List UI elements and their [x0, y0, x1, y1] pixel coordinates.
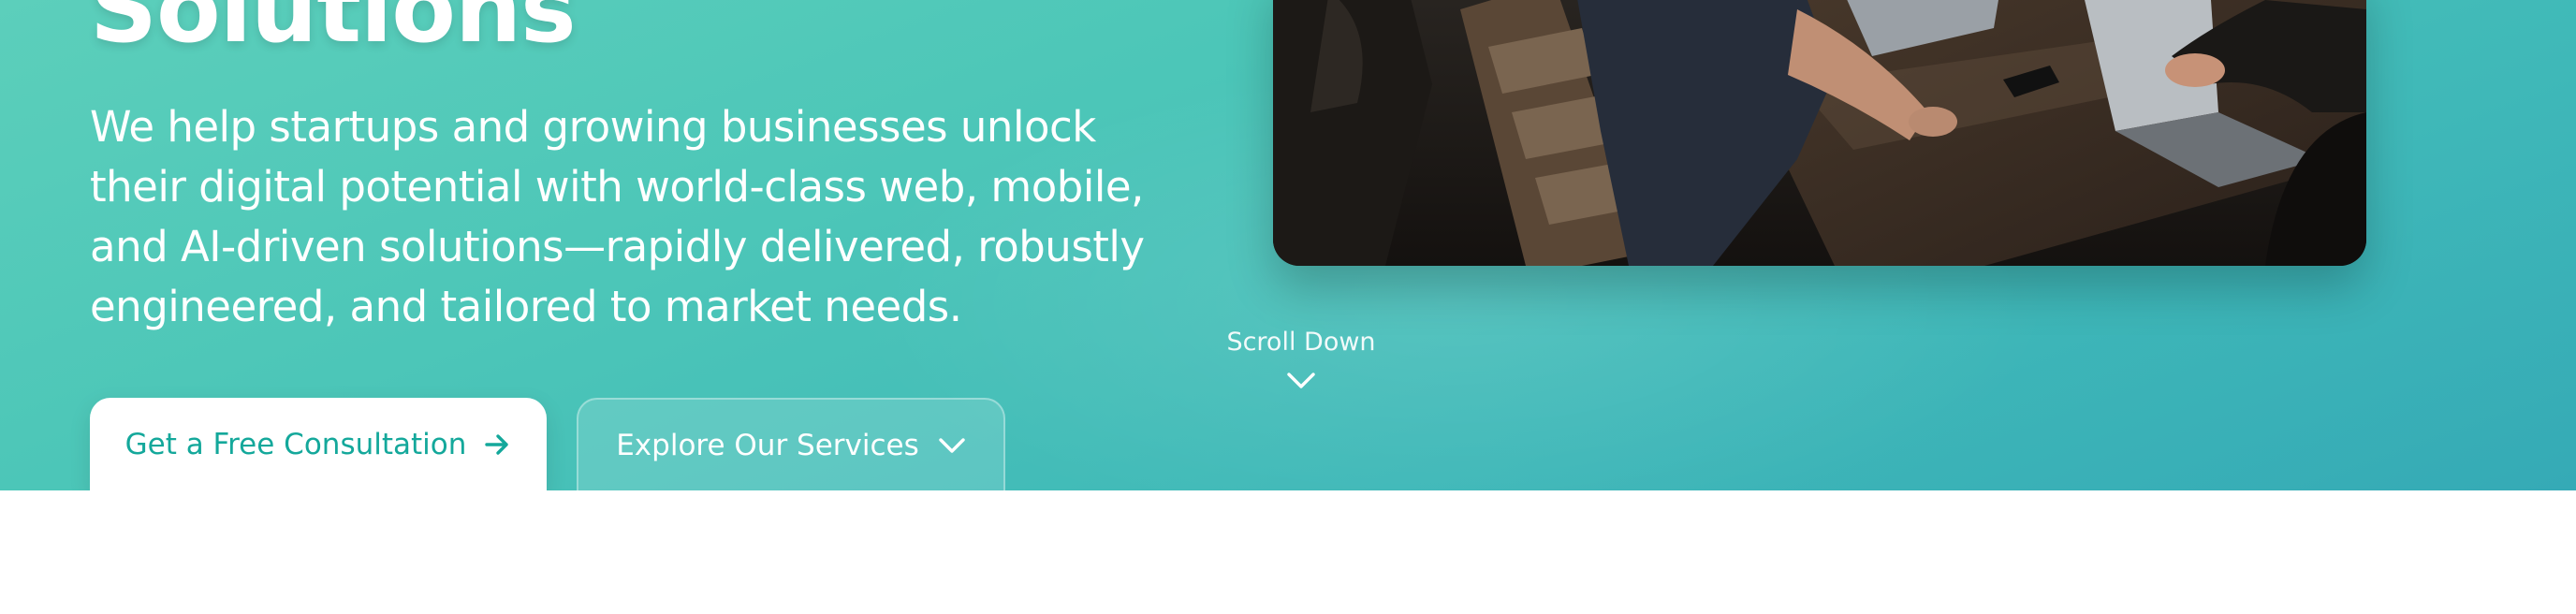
free-consultation-button[interactable]: Get a Free Consultation: [90, 398, 547, 490]
hero-section: Solutions We help startups and growing b…: [0, 0, 2576, 490]
chevron-down-icon: [1285, 370, 1317, 394]
explore-services-label: Explore Our Services: [616, 428, 919, 462]
team-working-on-laptops-photo: [1273, 0, 2366, 266]
chevron-down-icon: [938, 436, 966, 455]
scroll-down-indicator[interactable]: Scroll Down: [1208, 328, 1395, 394]
hero-headline: Solutions: [90, 0, 577, 64]
content-section: [0, 490, 2576, 614]
hero-subtext: We help startups and growing businesses …: [90, 102, 1145, 331]
free-consultation-label: Get a Free Consultation: [124, 427, 467, 461]
explore-services-button[interactable]: Explore Our Services: [577, 398, 1005, 490]
scroll-down-label: Scroll Down: [1226, 328, 1376, 357]
arrow-right-icon: [483, 431, 511, 459]
